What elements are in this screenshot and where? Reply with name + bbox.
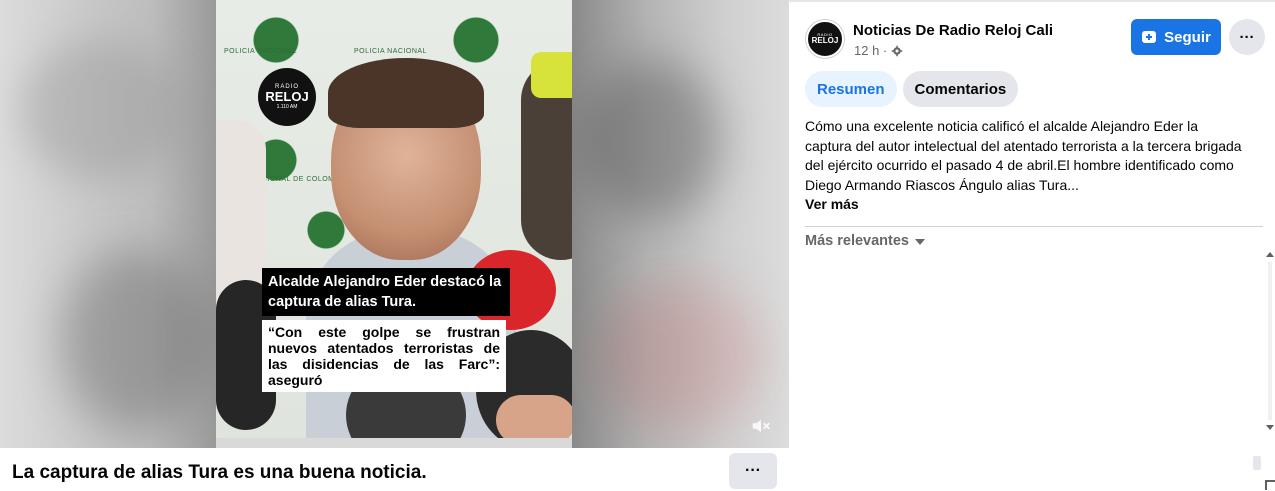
backdrop-text: POLICIA NACIONAL [224,48,297,55]
post-more-button[interactable]: ··· [729,453,777,489]
police-cap [531,52,572,98]
sort-label: Más relevantes [805,233,909,249]
tab-resumen[interactable]: Resumen [805,71,897,107]
scroll-down-arrow-icon[interactable] [1266,425,1274,430]
more-options-button[interactable]: ··· [1229,19,1265,55]
divider [805,226,1263,227]
scroll-up-arrow-icon[interactable] [1266,252,1274,257]
station-logo: RADIO RELOJ 1.110 AM [258,68,316,126]
comment-sort-dropdown[interactable]: Más relevantes [805,233,925,249]
speaker-muted-icon[interactable] [750,415,772,437]
sidebar-tabs: Resumen Comentarios [805,71,1019,107]
post-title: La captura de alias Tura es una buena no… [12,462,427,483]
divider [789,0,1275,2]
post-title-bar: La captura de alias Tura es una buena no… [0,448,789,491]
video-blur-left [0,0,216,448]
video-frame[interactable]: POLICIA NACIONAL POLICIA NACIONAL POLICI… [216,0,572,438]
page-name-link[interactable]: Noticias De Radio Reloj Cali [853,22,1053,39]
post-description: Cómo una excelente noticia calificó el a… [805,118,1242,193]
hand [496,395,572,438]
scrollbar[interactable] [1265,252,1275,430]
station-logo-line: RELOJ [265,89,309,104]
video-caption-headline: Alcalde Alejandro Eder destacó la captur… [262,268,510,316]
video-player[interactable]: POLICIA NACIONAL POLICIA NACIONAL POLICI… [0,0,789,448]
gear-icon [892,45,903,56]
resize-corner-icon [1265,480,1275,490]
post-meta: 12 h · [854,43,903,58]
post-sidebar: RADIO RELOJ Noticias De Radio Reloj Cali… [789,0,1275,491]
speaker-hair [328,58,484,128]
page-avatar[interactable]: RADIO RELOJ [806,20,844,58]
scroll-track[interactable] [1268,262,1272,420]
scroll-thumb[interactable] [1253,456,1261,470]
follow-plus-icon [1142,31,1157,43]
video-caption-quote: “Con este golpe se frustran nuevos atent… [262,320,506,392]
follow-label: Seguir [1164,28,1211,46]
avatar-line: RELOJ [811,36,839,45]
see-more-link[interactable]: Ver más [805,196,859,212]
post-time[interactable]: 12 h · [854,43,887,58]
follow-button[interactable]: Seguir [1131,19,1221,55]
chevron-down-icon [914,239,925,245]
backdrop-text: POLICIA NACIONAL [354,48,427,55]
video-blur-right [572,0,789,448]
station-logo-line: 1.110 AM [276,104,298,110]
facebook-video-post: POLICIA NACIONAL POLICIA NACIONAL POLICI… [0,0,1275,491]
tab-comentarios[interactable]: Comentarios [902,71,1019,107]
